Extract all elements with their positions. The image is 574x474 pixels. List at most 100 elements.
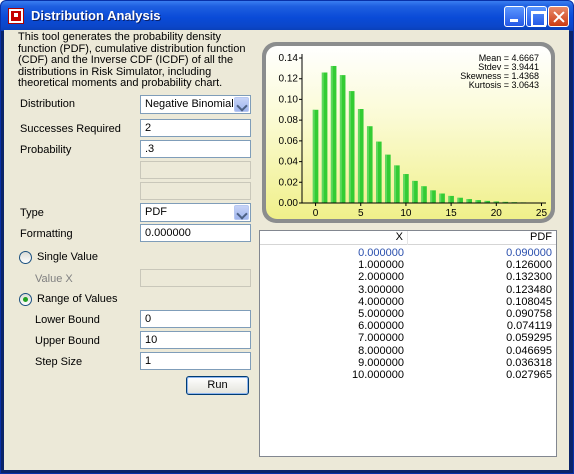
single-value-radio[interactable] — [19, 251, 32, 264]
chart-bar-highlight — [357, 109, 360, 203]
chart-bar-highlight — [457, 197, 460, 203]
moments-box: Mean = 4.6667 Stdev = 3.9441 Skewness = … — [460, 54, 539, 90]
column-header-x[interactable]: X — [260, 231, 408, 245]
table-row[interactable]: 6.000000 0.074119 — [260, 320, 556, 332]
window-title: Distribution Analysis — [31, 8, 161, 23]
table-row[interactable]: 4.000000 0.108045 — [260, 296, 556, 308]
value-x-input — [140, 269, 251, 287]
cell-pdf: 0.123480 — [506, 283, 552, 296]
y-tick-label: 0.00 — [279, 198, 299, 209]
y-tick-label: 0.08 — [279, 115, 299, 126]
chart-bar-highlight — [448, 195, 451, 203]
chart-bar-highlight — [366, 126, 369, 203]
cell-x: 10.000000 — [352, 369, 404, 381]
lower-bound-input[interactable]: 0 — [140, 310, 251, 328]
chart-bar-highlight — [403, 174, 406, 203]
distribution-select-value: Negative Binomial — [145, 98, 234, 110]
range-of-values-label: Range of Values — [37, 293, 118, 305]
run-button[interactable]: Run — [186, 376, 249, 395]
kurtosis-stat: Kurtosis = 3.0643 — [468, 80, 539, 90]
maximize-button[interactable] — [526, 6, 547, 27]
type-select-value: PDF — [145, 206, 167, 218]
results-table[interactable]: X PDF 0.000000 0.090000 1.000000 0.126000 2.… — [259, 230, 557, 457]
title-bar[interactable]: Distribution Analysis — [1, 1, 573, 31]
x-tick-label: 20 — [491, 208, 503, 219]
cell-x: 9.000000 — [358, 356, 404, 369]
y-tick-label: 0.04 — [279, 157, 299, 168]
table-row[interactable]: 2.000000 0.132300 — [260, 271, 556, 283]
cell-pdf: 0.036318 — [506, 356, 552, 369]
value-x-label: Value X — [35, 273, 73, 285]
formatting-label: Formatting — [20, 228, 73, 240]
upper-bound-label: Upper Bound — [35, 335, 100, 347]
table-row[interactable]: 9.000000 0.036318 — [260, 357, 556, 369]
column-header-pdf[interactable]: PDF — [408, 231, 556, 245]
parameter-3-input — [140, 161, 251, 179]
distribution-label: Distribution — [20, 98, 76, 110]
single-value-label: Single Value — [37, 251, 98, 263]
step-size-label: Step Size — [35, 356, 83, 368]
table-row[interactable]: 8.000000 0.046695 — [260, 345, 556, 357]
table-row[interactable]: 1.000000 0.126000 — [260, 259, 556, 271]
x-tick-label: 10 — [400, 208, 412, 219]
table-row[interactable]: 0.000000 0.090000 — [260, 247, 556, 259]
parameter-4-input — [140, 182, 251, 200]
chart-bar-highlight — [394, 165, 397, 203]
cell-x: 1.000000 — [358, 259, 404, 272]
y-tick-label: 0.12 — [279, 74, 299, 85]
successes-label: Successes Required — [20, 123, 121, 135]
upper-bound-input[interactable]: 10 — [140, 331, 251, 349]
table-row[interactable]: 10.000000 0.027965 — [260, 369, 556, 381]
cell-pdf: 0.108045 — [506, 295, 552, 308]
cell-x: 2.000000 — [358, 271, 404, 284]
chart-bar-highlight — [412, 180, 415, 203]
cell-x: 5.000000 — [358, 308, 404, 320]
chart-bar-highlight — [421, 186, 424, 203]
distribution-select[interactable]: Negative Binomial — [140, 95, 251, 114]
probability-label: Probability — [20, 144, 72, 156]
table-row[interactable]: 5.000000 0.090758 — [260, 308, 556, 320]
x-tick-label: 25 — [536, 208, 548, 219]
app-logo-icon — [8, 8, 24, 24]
pdf-chart: 0.00 0.02 0.04 0.06 0.08 0.10 0.12 0.14 0 5 10 15 20… — [266, 46, 551, 219]
y-tick-label: 0.06 — [279, 136, 299, 147]
cell-x: 8.000000 — [358, 344, 404, 357]
close-button[interactable] — [548, 6, 569, 27]
x-tick-label: 0 — [313, 208, 319, 219]
chevron-down-icon[interactable] — [234, 97, 249, 112]
cell-pdf: 0.046695 — [506, 344, 552, 357]
chart-bar-highlight — [430, 190, 433, 203]
chart-bar-highlight — [376, 141, 378, 203]
chevron-down-icon[interactable] — [234, 205, 249, 220]
successes-input[interactable]: 2 — [140, 119, 251, 137]
range-of-values-radio[interactable] — [19, 293, 32, 306]
cell-x: 0.000000 — [358, 247, 404, 259]
chart-frame: 0.00 0.02 0.04 0.06 0.08 0.10 0.12 0.14 0 5 10 15 20… — [262, 42, 555, 223]
formatting-input[interactable]: 0.000000 — [140, 224, 251, 242]
type-label: Type — [20, 207, 44, 219]
chart-bar-highlight — [339, 75, 342, 203]
chart-bar-highlight — [466, 199, 469, 203]
minimize-button[interactable] — [504, 6, 525, 27]
cell-pdf: 0.059295 — [506, 332, 552, 345]
x-tick-label: 5 — [358, 208, 364, 219]
table-row[interactable]: 7.000000 0.059295 — [260, 332, 556, 344]
type-select[interactable]: PDF — [140, 203, 251, 222]
cell-x: 6.000000 — [358, 320, 404, 333]
y-tick-label: 0.14 — [279, 53, 299, 64]
table-row[interactable]: 3.000000 0.123480 — [260, 284, 556, 296]
step-size-input[interactable]: 1 — [140, 352, 251, 370]
x-tick-label: 15 — [446, 208, 458, 219]
cell-x: 3.000000 — [358, 283, 404, 296]
chart-bar-highlight — [348, 91, 351, 203]
cell-pdf: 0.090758 — [506, 308, 552, 320]
chart-bar-highlight — [321, 72, 324, 203]
chart-bar-highlight — [385, 154, 388, 203]
cell-x: 7.000000 — [358, 332, 404, 345]
lower-bound-label: Lower Bound — [35, 314, 100, 326]
chart-bar-highlight — [439, 193, 442, 203]
description-text: This tool generates the probability dens… — [18, 31, 246, 89]
cell-pdf: 0.126000 — [506, 259, 552, 272]
probability-input[interactable]: .3 — [140, 140, 251, 158]
cell-pdf: 0.132300 — [506, 271, 552, 284]
